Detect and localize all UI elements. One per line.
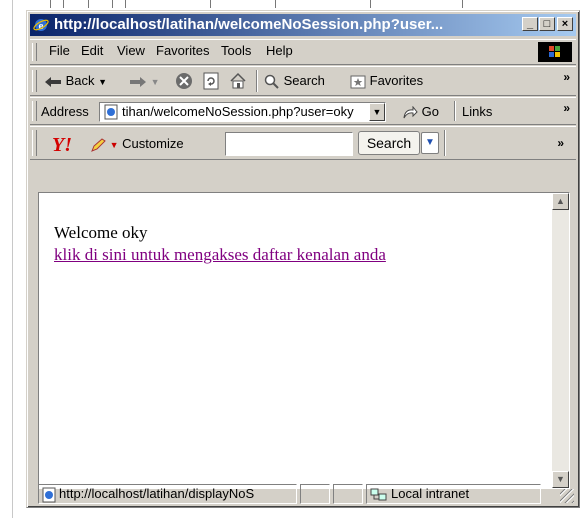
refresh-icon[interactable]: [202, 72, 220, 90]
home-icon[interactable]: [229, 72, 247, 90]
status-secure-pane: [333, 484, 363, 504]
standard-toolbar: Back ▼ ▼ Search Favorites »: [30, 66, 576, 96]
ie-icon: e: [33, 19, 49, 32]
menu-help[interactable]: Help: [266, 43, 293, 58]
page-ruler: [0, 0, 581, 10]
yahoo-search-input[interactable]: [225, 132, 353, 156]
yahoo-search-dropdown[interactable]: ▼: [421, 132, 439, 154]
status-zone-pane: Local intranet: [366, 484, 541, 504]
address-input[interactable]: tihan/welcomeNoSession.php?user=oky ▼: [99, 102, 386, 122]
status-url-pane: http://localhost/latihan/displayNoS: [38, 484, 297, 504]
menu-edit[interactable]: Edit: [81, 43, 103, 58]
forward-button[interactable]: ▼: [129, 73, 160, 88]
address-dropdown-button[interactable]: ▼: [369, 103, 385, 121]
window-title: http://localhost/latihan/welcomeNoSessio…: [54, 16, 444, 33]
maximize-button[interactable]: □: [539, 17, 555, 31]
address-bar: Address tihan/welcomeNoSession.php?user=…: [30, 97, 576, 125]
intranet-icon: [370, 488, 387, 501]
contacts-link[interactable]: klik di sini untuk mengakses daftar kena…: [54, 245, 386, 265]
search-icon: [264, 74, 279, 89]
scroll-up-button[interactable]: ▲: [552, 193, 569, 210]
menu-tools[interactable]: Tools: [221, 43, 251, 58]
menu-file[interactable]: FFile: [48, 43, 70, 58]
favorites-icon: [350, 75, 366, 89]
go-button[interactable]: Go: [402, 104, 439, 120]
customize-button[interactable]: ▼ Customize: [90, 136, 184, 152]
page-icon: [104, 104, 118, 120]
stop-icon[interactable]: [175, 72, 193, 90]
page-icon: [42, 487, 56, 503]
page-content: Welcome oky klik di sini untuk mengakses…: [38, 192, 570, 489]
toolbar-overflow-button[interactable]: »: [563, 70, 570, 84]
vertical-scrollbar[interactable]: ▲ ▼: [552, 193, 569, 488]
menu-bar: FFile Edit View Favorites Tools Help: [30, 39, 576, 65]
links-button[interactable]: Links: [462, 104, 492, 119]
welcome-text: Welcome oky: [54, 223, 148, 242]
title-bar[interactable]: e http://localhost/latihan/welcomeNoSess…: [30, 14, 576, 36]
back-button[interactable]: Back ▼: [44, 73, 107, 88]
pencil-icon: [91, 137, 106, 152]
windows-logo-icon: [538, 42, 572, 62]
menu-favorites[interactable]: Favorites: [156, 43, 209, 58]
yahoo-logo-icon[interactable]: Y!: [52, 134, 86, 154]
forward-arrow-icon: [130, 76, 146, 87]
close-button[interactable]: ×: [557, 17, 573, 31]
minimize-button[interactable]: _: [522, 17, 538, 31]
yahoo-search-button[interactable]: Search: [358, 131, 420, 155]
links-overflow-button[interactable]: »: [563, 101, 570, 115]
svg-text:Y!: Y!: [52, 134, 72, 154]
status-progress-pane: [300, 484, 330, 504]
resize-grip[interactable]: [560, 489, 574, 503]
status-bar: http://localhost/latihan/displayNoS Loca…: [30, 483, 576, 505]
yahoo-toolbar: Y! ▼ Customize Search ▼ »: [30, 126, 576, 160]
favorites-button[interactable]: Favorites: [350, 73, 423, 90]
address-label: Address: [41, 104, 89, 119]
yahoo-overflow-button[interactable]: »: [557, 136, 564, 150]
page-margin-line: [12, 0, 13, 518]
go-icon: [403, 105, 418, 118]
search-button[interactable]: Search: [264, 73, 325, 90]
back-arrow-icon: [45, 76, 61, 87]
browser-window: e http://localhost/latihan/welcomeNoSess…: [26, 10, 580, 508]
menu-view[interactable]: View: [117, 43, 145, 58]
